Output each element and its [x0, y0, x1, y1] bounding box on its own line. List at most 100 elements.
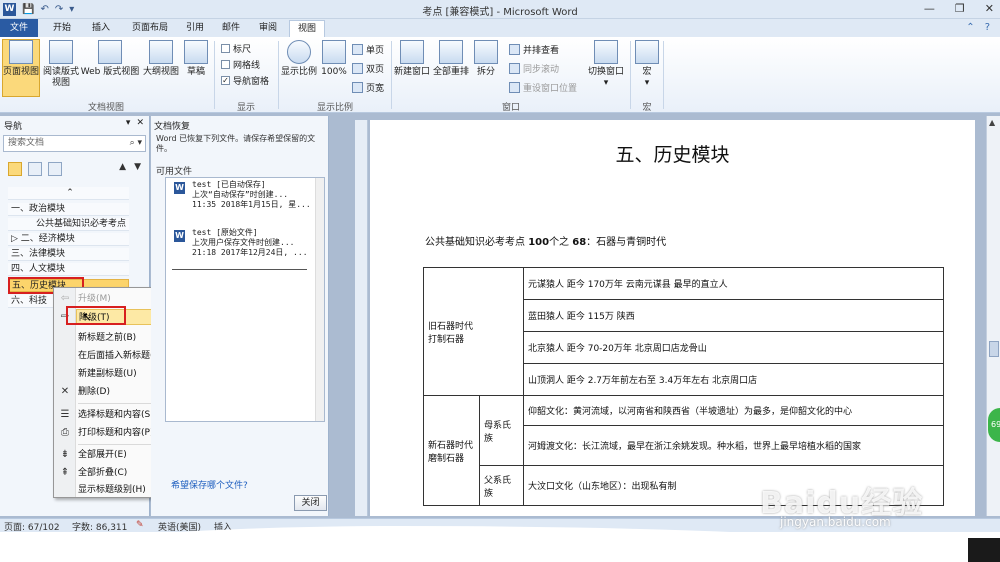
web-layout-icon [98, 40, 122, 64]
ruler-checkbox[interactable]: 标尺 [221, 42, 251, 55]
page-width-button[interactable]: 页宽 [352, 81, 384, 94]
nav-heading-item[interactable]: 三、法律模块 [8, 248, 129, 261]
word-count[interactable]: 字数: 86,311 [72, 520, 127, 533]
tab-file[interactable]: 文件 [0, 19, 38, 37]
group-separator [630, 41, 631, 109]
nav-heading-item[interactable]: 公共基础知识必考考点 [8, 218, 129, 231]
sync-scrolling-button[interactable]: 同步滚动 [509, 62, 559, 75]
print-layout-button[interactable]: 页面视图 [2, 39, 40, 97]
ribbon-view: 页面视图 阅读版式 视图 Web 版式视图 大纲视图 草稿 文档视图 标尺 网格… [0, 37, 1000, 113]
table-cell: 母系氏族 [479, 395, 524, 466]
zoom-100-button[interactable]: 100% [320, 40, 348, 78]
vertical-ruler [355, 120, 368, 516]
nav-heading-item[interactable]: ▷ 二、经济模块 [8, 233, 129, 246]
document-page[interactable]: 五、历史模块 公共基础知识必考考点 100个之 68：石器与青铜时代 旧石器时代… [370, 120, 975, 516]
view-side-by-side-button[interactable]: 并排查看 [509, 43, 559, 56]
reading-view-icon [49, 40, 73, 64]
available-files-label: 可用文件 [156, 167, 193, 177]
minimize-button[interactable]: — [924, 2, 935, 15]
minimize-ribbon-icon[interactable]: ⌃ [966, 22, 974, 33]
close-button[interactable]: 关闭 [294, 495, 327, 511]
pages-view-icon[interactable] [28, 162, 42, 176]
navigation-pane-check-icon: ✓ [221, 76, 230, 85]
vertical-scrollbar[interactable]: ▲ [986, 116, 1000, 516]
print-icon: ⎙ [61, 427, 69, 438]
macros-button[interactable]: 宏 ▾ [634, 40, 660, 89]
two-pages-button[interactable]: 双页 [352, 62, 384, 75]
group-label-show: 显示 [236, 103, 255, 113]
search-input[interactable]: 搜索文档 ⌕ ▾ [3, 135, 146, 152]
next-arrow-icon[interactable]: ▼ [134, 162, 141, 172]
close-window-button[interactable]: ✕ [985, 2, 994, 15]
gridlines-check-icon [221, 60, 230, 69]
word-document-icon: W [174, 230, 185, 242]
navigation-pane-checkbox[interactable]: ✓ 导航窗格 [221, 74, 269, 87]
reset-window-position-button[interactable]: 重设窗口位置 [509, 81, 577, 94]
navigation-view-tabs [8, 162, 62, 176]
title-bar: W 💾 ↶ ↷ ▾ 考点 [兼容模式] - Microsoft Word — ❐… [0, 0, 1000, 19]
arrange-all-button[interactable]: 全部重排 [433, 40, 469, 78]
divider [172, 269, 307, 270]
page-width-icon [352, 82, 363, 93]
window-controls: — ❐ ✕ [924, 2, 994, 15]
table-cell: 河姆渡文化：长江流域，最早在浙江余姚发现。种水稻，世界上最早培植水稻的国家 [523, 425, 944, 466]
gridlines-checkbox[interactable]: 网格线 [221, 58, 260, 71]
nav-heading-item[interactable]: 四、人文模块 [8, 263, 129, 276]
nav-heading-item[interactable]: 一、政治模块 [8, 203, 129, 216]
web-layout-button[interactable]: Web 版式视图 [80, 40, 140, 78]
tab-references[interactable]: 引用 [180, 20, 210, 37]
proofing-icon[interactable]: ✎ [136, 520, 144, 530]
navigation-arrows: ▲ ▼ [119, 162, 141, 172]
headings-view-icon[interactable] [8, 162, 22, 176]
window-title: 考点 [兼容模式] - Microsoft Word [422, 7, 578, 18]
scrollbar-thumb[interactable] [989, 341, 999, 357]
restore-button[interactable]: ❐ [955, 2, 965, 15]
outline-icon [149, 40, 173, 64]
document-recovery-pane: 文档恢复 Word 已恢复下列文件。请保存希望保留的文件。 可用文件 W tes… [151, 116, 329, 516]
tab-view[interactable]: 视图 [289, 20, 325, 37]
search-icon[interactable]: ⌕ ▾ [130, 136, 142, 151]
group-separator [214, 41, 215, 109]
close-icon[interactable]: ✕ [136, 118, 144, 128]
tab-review[interactable]: 审阅 [252, 20, 284, 37]
group-label-zoom: 显示比例 [316, 103, 353, 113]
list-scrollbar[interactable] [315, 178, 324, 421]
previous-arrow-icon[interactable]: ▲ [119, 162, 126, 172]
print-layout-icon [9, 40, 33, 64]
collapse-top-icon[interactable]: ⌃ [8, 187, 129, 200]
table-cell: 北京猿人 距今 70-20万年 北京周口店龙骨山 [523, 331, 944, 364]
zoom-button[interactable]: 显示比例 [280, 40, 318, 78]
outline-view-button[interactable]: 大纲视图 [142, 40, 180, 78]
green-badge: 69 [988, 408, 1000, 442]
watermark-url: jingyan.baidu.com [780, 515, 891, 529]
scroll-up-icon[interactable]: ▲ [989, 118, 995, 127]
split-button[interactable]: 拆分 [472, 40, 500, 78]
tab-home[interactable]: 开始 [44, 20, 80, 37]
select-heading-icon: ☰ [60, 409, 70, 420]
pane-header-controls: ▾ ✕ [126, 118, 144, 128]
switch-windows-button[interactable]: 切换窗口 ▾ [585, 40, 627, 89]
results-view-icon[interactable] [48, 162, 62, 176]
group-separator [278, 41, 279, 109]
zoom-100-icon [322, 40, 346, 64]
group-label-doc-views: 文档视图 [87, 103, 124, 113]
page-count[interactable]: 页面: 67/102 [4, 520, 60, 533]
tab-insert[interactable]: 插入 [84, 20, 118, 37]
tab-page-layout[interactable]: 页面布局 [124, 20, 176, 37]
ribbon-help-controls: ⌃ ? [966, 22, 990, 33]
draft-view-button[interactable]: 草稿 [182, 40, 210, 78]
expand-all-icon: ⇟ [60, 449, 70, 460]
which-file-link[interactable]: 希望保存哪个文件? [171, 478, 248, 491]
tab-mailings[interactable]: 邮件 [216, 20, 246, 37]
chevron-down-icon: ▾ [603, 78, 609, 88]
sync-scroll-icon [509, 63, 520, 74]
full-screen-reading-button[interactable]: 阅读版式 视图 [42, 40, 80, 89]
new-window-button[interactable]: 新建窗口 [393, 40, 431, 78]
one-page-button[interactable]: 单页 [352, 43, 384, 56]
help-icon[interactable]: ? [985, 22, 990, 33]
side-by-side-icon [509, 44, 520, 55]
group-label-window: 窗口 [501, 103, 520, 113]
recovered-files-list: W test [已自动保存] 上次“自动保存”时创建... 11:35 2018… [165, 177, 325, 422]
pane-options-icon[interactable]: ▾ [126, 118, 131, 128]
split-icon [474, 40, 498, 64]
